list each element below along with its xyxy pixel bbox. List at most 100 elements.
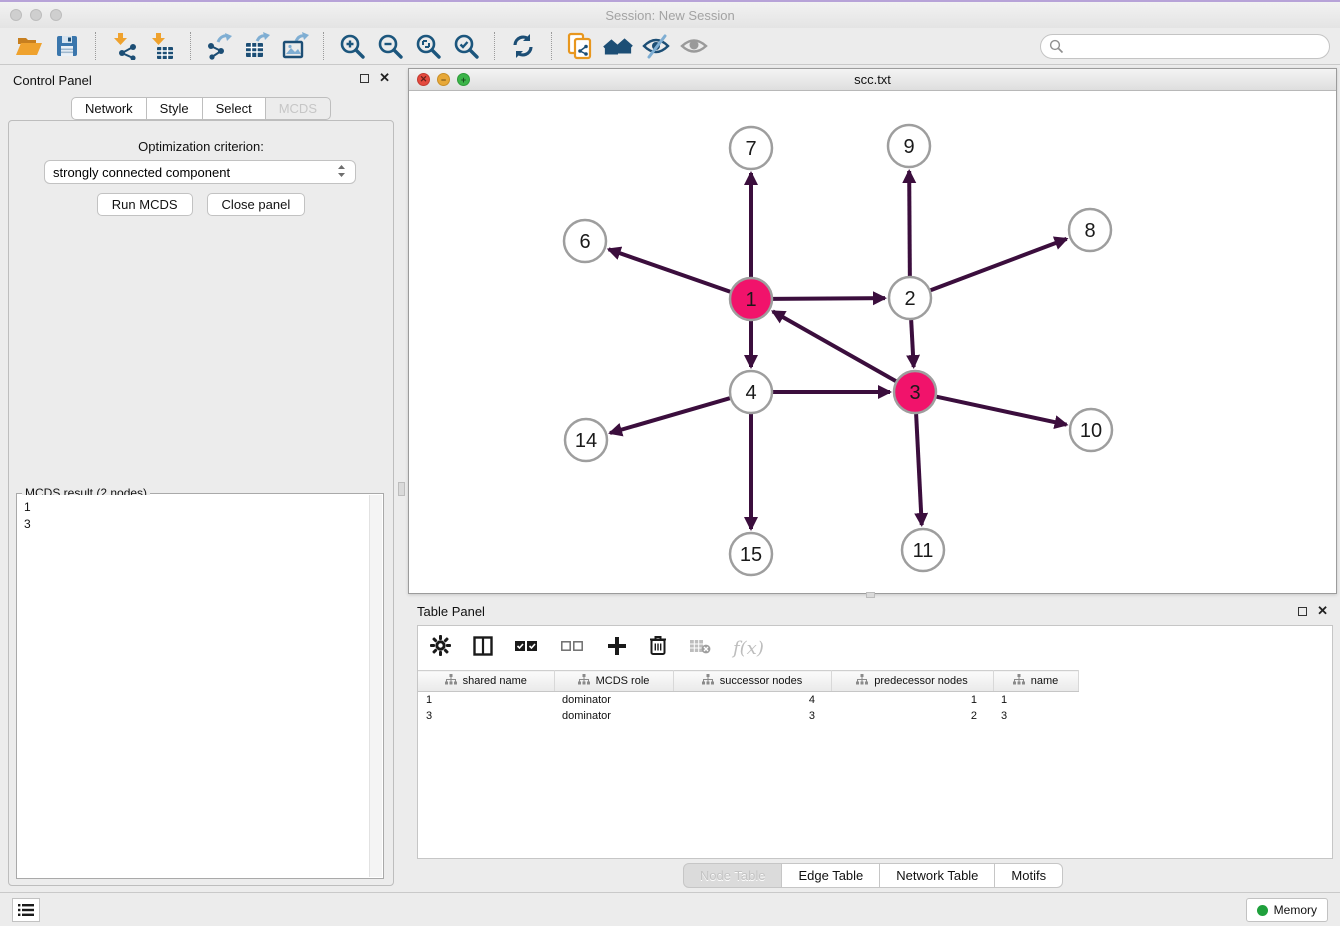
refresh-view-icon[interactable]	[508, 31, 538, 61]
table-cell[interactable]: dominator	[554, 708, 673, 724]
graph-node-label: 15	[740, 544, 762, 566]
tab-mcds[interactable]: MCDS	[265, 97, 331, 120]
import-network-icon[interactable]	[109, 31, 139, 61]
tab-edge-table[interactable]: Edge Table	[781, 863, 880, 888]
table-cell[interactable]: 3	[418, 708, 554, 724]
edge-2-8[interactable]	[931, 239, 1067, 290]
table-cell[interactable]: 3	[993, 708, 1078, 724]
result-scrollbar[interactable]	[369, 495, 382, 877]
tab-network[interactable]: Network	[71, 97, 147, 120]
column-label: predecessor nodes	[874, 675, 968, 687]
edge-2-3[interactable]	[911, 320, 914, 367]
control-panel-tabs: NetworkStyleSelectMCDS	[0, 97, 402, 120]
memory-button[interactable]: Memory	[1246, 898, 1328, 922]
table-settings-gear-icon[interactable]	[430, 635, 451, 661]
node-table-body: 1dominator4113dominator323	[418, 692, 1078, 724]
result-line: 1	[24, 499, 382, 516]
tab-motifs[interactable]: Motifs	[994, 863, 1063, 888]
table-cell[interactable]: 4	[673, 692, 831, 708]
close-panel-icon[interactable]: ✕	[379, 73, 390, 83]
table-cell[interactable]: 1	[993, 692, 1078, 708]
column-header-predecessor-nodes[interactable]: predecessor nodes	[831, 671, 993, 692]
memory-label: Memory	[1274, 903, 1317, 917]
export-table-icon[interactable]	[242, 31, 272, 61]
right-area: ✕ − + scc.txt 1234678910111415 Table Pan…	[406, 65, 1340, 894]
toolbar-separator	[323, 32, 324, 60]
table-cell[interactable]: dominator	[554, 692, 673, 708]
column-header-mcds-role[interactable]: MCDS role	[554, 671, 673, 692]
column-type-icon	[578, 674, 590, 688]
criterion-select[interactable]: strongly connected component	[44, 160, 356, 184]
table-panel-header: Table Panel ✕	[406, 598, 1340, 624]
close-table-panel-icon[interactable]: ✕	[1317, 606, 1328, 616]
export-network-icon[interactable]	[204, 31, 234, 61]
zoom-in-icon[interactable]	[337, 31, 367, 61]
select-stepper-icon	[336, 163, 347, 182]
float-table-panel-icon[interactable]	[1298, 607, 1307, 616]
delete-table-icon[interactable]	[689, 638, 711, 659]
table-cell[interactable]: 2	[831, 708, 993, 724]
graph-node-label: 14	[575, 430, 597, 452]
clone-network-icon[interactable]	[565, 31, 595, 61]
toolbar-separator	[494, 32, 495, 60]
table-panel-tabs: Node TableEdge TableNetwork TableMotifs	[406, 863, 1340, 888]
table-toolbar: f(x)	[418, 626, 1332, 670]
toolbar-separator	[95, 32, 96, 60]
table-cell[interactable]: 1	[418, 692, 554, 708]
tab-node-table[interactable]: Node Table	[683, 863, 783, 888]
memory-status-dot	[1257, 905, 1268, 916]
column-header-shared-name[interactable]: shared name	[418, 671, 554, 692]
task-history-button[interactable]	[12, 898, 40, 922]
search-input[interactable]	[1040, 34, 1330, 59]
zoom-selected-icon[interactable]	[451, 31, 481, 61]
save-session-icon[interactable]	[52, 31, 82, 61]
network-window-titlebar[interactable]: ✕ − + scc.txt	[409, 69, 1336, 91]
control-panel: Control Panel ✕ NetworkStyleSelectMCDS O…	[0, 65, 402, 894]
edge-3-10[interactable]	[937, 397, 1067, 425]
graph-node-label: 9	[903, 136, 914, 158]
table-row[interactable]: 1dominator411	[418, 692, 1078, 708]
column-header-successor-nodes[interactable]: successor nodes	[673, 671, 831, 692]
deselect-all-columns-icon[interactable]	[561, 639, 585, 658]
zoom-out-icon[interactable]	[375, 31, 405, 61]
column-label: shared name	[463, 675, 527, 687]
edge-3-1[interactable]	[773, 311, 896, 381]
select-all-columns-icon[interactable]	[515, 639, 539, 658]
show-panels-icon[interactable]	[679, 31, 709, 61]
table-cell[interactable]: 1	[831, 692, 993, 708]
table-cell[interactable]: 3	[673, 708, 831, 724]
node-table-header-row: shared name MCDS rolesuccessor nodes prede…	[418, 671, 1078, 692]
tab-network-table[interactable]: Network Table	[879, 863, 995, 888]
edge-2-9[interactable]	[909, 171, 910, 276]
close-panel-button[interactable]: Close panel	[207, 193, 306, 216]
open-session-icon[interactable]	[14, 31, 44, 61]
export-image-icon[interactable]	[280, 31, 310, 61]
tab-style[interactable]: Style	[146, 97, 203, 120]
network-graph-canvas[interactable]: 1234678910111415	[409, 91, 1336, 593]
run-mcds-button[interactable]: Run MCDS	[97, 193, 193, 216]
column-header-name[interactable]: name	[993, 671, 1078, 692]
tab-select[interactable]: Select	[202, 97, 266, 120]
column-type-icon	[1013, 674, 1025, 688]
network-overview-icon[interactable]	[603, 31, 633, 61]
window-title: Session: New Session	[0, 8, 1340, 23]
table-row[interactable]: 3dominator323	[418, 708, 1078, 724]
edge-4-14[interactable]	[610, 398, 730, 433]
graph-node-label: 6	[579, 231, 590, 253]
function-builder-icon[interactable]: f(x)	[733, 638, 764, 659]
import-table-icon[interactable]	[147, 31, 177, 61]
vertical-splitter-handle[interactable]	[398, 482, 405, 496]
delete-column-icon[interactable]	[649, 635, 667, 661]
edge-1-2[interactable]	[773, 298, 885, 299]
float-panel-icon[interactable]	[360, 74, 369, 83]
network-window-title: scc.txt	[409, 72, 1336, 87]
hide-panels-icon[interactable]	[641, 31, 671, 61]
zoom-fit-icon[interactable]	[413, 31, 443, 61]
edge-1-6[interactable]	[609, 249, 731, 291]
add-column-icon[interactable]	[607, 636, 627, 661]
mcds-result-lines[interactable]: 13	[18, 495, 382, 877]
edge-3-11[interactable]	[916, 414, 922, 525]
toolbar-separator	[190, 32, 191, 60]
criterion-value: strongly connected component	[53, 165, 230, 180]
show-columns-icon[interactable]	[473, 636, 493, 661]
